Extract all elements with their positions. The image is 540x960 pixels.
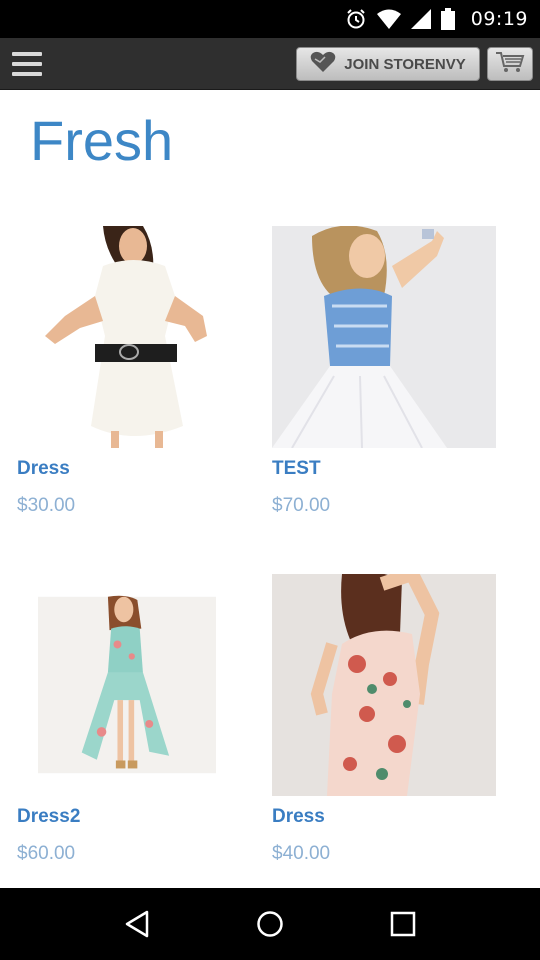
- wifi-icon: [376, 9, 401, 29]
- back-icon[interactable]: [117, 904, 157, 944]
- product-card[interactable]: Dress $40.00: [272, 574, 512, 865]
- product-image[interactable]: [25, 226, 257, 448]
- cart-icon: [495, 50, 525, 79]
- app-bar: JOIN STORENVY: [0, 38, 540, 90]
- join-storenvy-button[interactable]: JOIN STORENVY: [296, 47, 480, 81]
- hamburger-menu-icon[interactable]: [10, 49, 44, 79]
- status-bar: 09:19: [0, 0, 540, 38]
- product-name[interactable]: Dress: [17, 458, 257, 480]
- home-icon[interactable]: [250, 904, 290, 944]
- page-title: Fresh: [30, 109, 174, 172]
- alarm-icon: [345, 8, 367, 30]
- join-storenvy-label: JOIN STORENVY: [344, 55, 466, 73]
- system-nav-bar: [0, 888, 540, 960]
- product-name[interactable]: Dress2: [17, 806, 257, 828]
- battery-icon: [440, 8, 455, 30]
- product-name[interactable]: Dress: [272, 806, 512, 828]
- product-image[interactable]: [272, 226, 512, 448]
- product-card[interactable]: Dress $30.00: [17, 226, 257, 517]
- product-name[interactable]: TEST: [272, 458, 512, 480]
- product-card[interactable]: TEST $70.00: [272, 226, 512, 517]
- product-price: $40.00: [272, 843, 331, 864]
- product-image[interactable]: [272, 574, 512, 796]
- product-price: $70.00: [272, 495, 331, 516]
- product-card[interactable]: Dress2 $60.00: [17, 574, 257, 865]
- status-time: 09:19: [470, 8, 528, 30]
- cart-button[interactable]: [487, 47, 533, 81]
- heart-icon: [310, 51, 336, 77]
- product-price: $30.00: [17, 495, 76, 516]
- product-image[interactable]: [38, 574, 257, 796]
- recents-icon[interactable]: [383, 904, 423, 944]
- product-price: $60.00: [17, 843, 76, 864]
- signal-icon: [410, 9, 431, 29]
